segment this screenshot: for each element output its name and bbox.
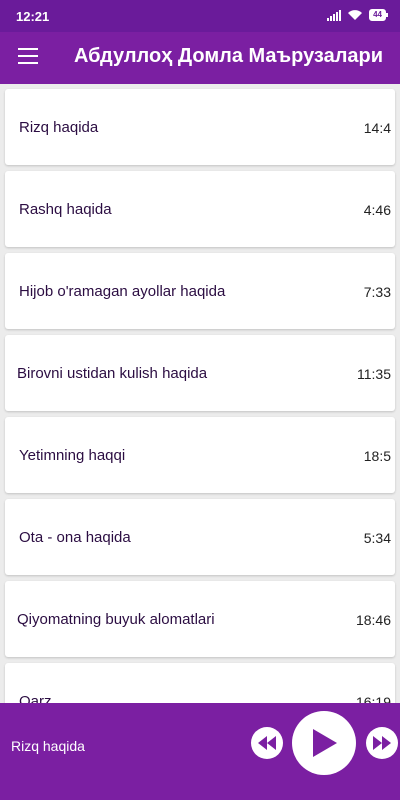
list-item[interactable]: Rashq haqida 4:46: [5, 171, 395, 247]
lecture-duration: 4:46: [363, 202, 391, 218]
next-button[interactable]: [366, 727, 398, 759]
lecture-title: Birovni ustidan kulish haqida: [17, 365, 208, 382]
play-button[interactable]: [292, 711, 356, 775]
lecture-duration: 14:4: [363, 120, 391, 136]
fast-forward-icon: [373, 736, 391, 750]
play-icon: [313, 729, 337, 757]
lecture-title: Ota - ona haqida: [19, 529, 131, 546]
lecture-title: Hijob o'ramagan ayollar haqida: [19, 283, 226, 300]
lecture-duration: 11:35: [357, 366, 391, 382]
app-title: Абдуллоҳ Домла Маърузалари: [74, 45, 384, 67]
wifi-icon: [348, 10, 363, 20]
list-item[interactable]: Ota - ona haqida 5:34: [5, 499, 395, 575]
list-item[interactable]: Qiyomatning buyuk alomatlari 18:46: [5, 581, 395, 657]
lecture-duration: 5:34: [363, 530, 391, 546]
list-item[interactable]: Birovni ustidan kulish haqida 11:35: [5, 335, 395, 411]
lecture-title: Rashq haqida: [19, 201, 112, 218]
list-item[interactable]: Rizq haqida 14:4: [5, 89, 395, 165]
lecture-list[interactable]: Rizq haqida 14:4 Rashq haqida 4:46 Hijob…: [0, 84, 400, 703]
status-icons: 44: [327, 9, 388, 21]
lecture-title: Yetimning haqqi: [19, 447, 126, 464]
lecture-duration: 18:5: [363, 448, 391, 464]
hamburger-menu-icon[interactable]: [18, 48, 38, 64]
app-bar: Абдуллоҳ Домла Маърузалари: [0, 32, 400, 84]
lecture-title: Qiyomatning buyuk alomatlari: [17, 611, 215, 628]
lecture-title: Rizq haqida: [19, 119, 99, 136]
signal-icon: [327, 9, 342, 21]
lecture-duration: 7:33: [363, 284, 391, 300]
player-bar: Rizq haqida: [0, 703, 400, 800]
status-time: 12:21: [16, 9, 50, 24]
rewind-icon: [258, 736, 276, 750]
list-item[interactable]: Yetimning haqqi 18:5: [5, 417, 395, 493]
now-playing-title: Rizq haqida: [11, 738, 85, 754]
list-item[interactable]: Hijob o'ramagan ayollar haqida 7:33: [5, 253, 395, 329]
previous-button[interactable]: [251, 727, 283, 759]
lecture-duration: 16:19: [355, 694, 391, 703]
status-bar: 12:21 44: [0, 0, 400, 32]
lecture-title: Qarz: [19, 693, 52, 703]
battery-icon: 44: [369, 9, 388, 21]
lecture-duration: 18:46: [355, 612, 391, 628]
list-item[interactable]: Qarz 16:19: [5, 663, 395, 703]
